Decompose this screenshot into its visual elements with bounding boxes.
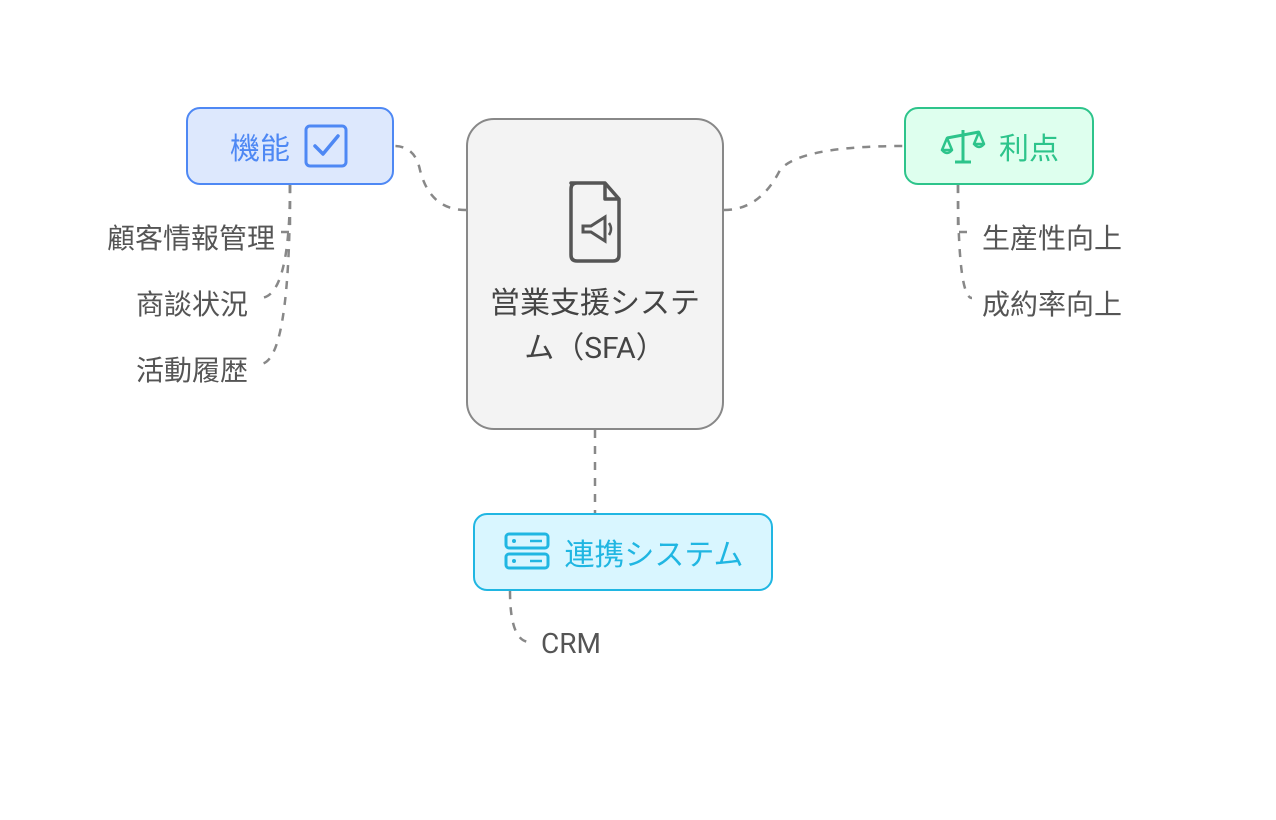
features-node: 機能 bbox=[186, 107, 394, 185]
features-child-2: 活動履歴 bbox=[136, 349, 248, 389]
benefits-label: 利点 bbox=[999, 124, 1059, 168]
features-child-1: 商談状況 bbox=[136, 283, 248, 323]
server-icon bbox=[502, 530, 552, 574]
benefits-child-0: 生産性向上 bbox=[982, 217, 1122, 257]
systems-node: 連携システム bbox=[473, 513, 773, 591]
features-child-0: 顧客情報管理 bbox=[107, 217, 275, 257]
systems-child-0: CRM bbox=[541, 627, 601, 660]
systems-label: 連携システム bbox=[564, 530, 743, 574]
benefits-child-1: 成約率向上 bbox=[982, 283, 1122, 323]
checkbox-icon bbox=[302, 122, 350, 170]
center-node: 営業支援システム（SFA） bbox=[466, 118, 724, 430]
document-megaphone-icon bbox=[559, 177, 631, 265]
features-label: 機能 bbox=[230, 124, 290, 168]
center-title: 営業支援システム（SFA） bbox=[488, 281, 702, 371]
benefits-node: 利点 bbox=[904, 107, 1094, 185]
scales-icon bbox=[939, 124, 987, 168]
mindmap-diagram: 営業支援システム（SFA） 機能 顧客情報管理 商談状況 活動履歴 bbox=[0, 0, 1276, 820]
